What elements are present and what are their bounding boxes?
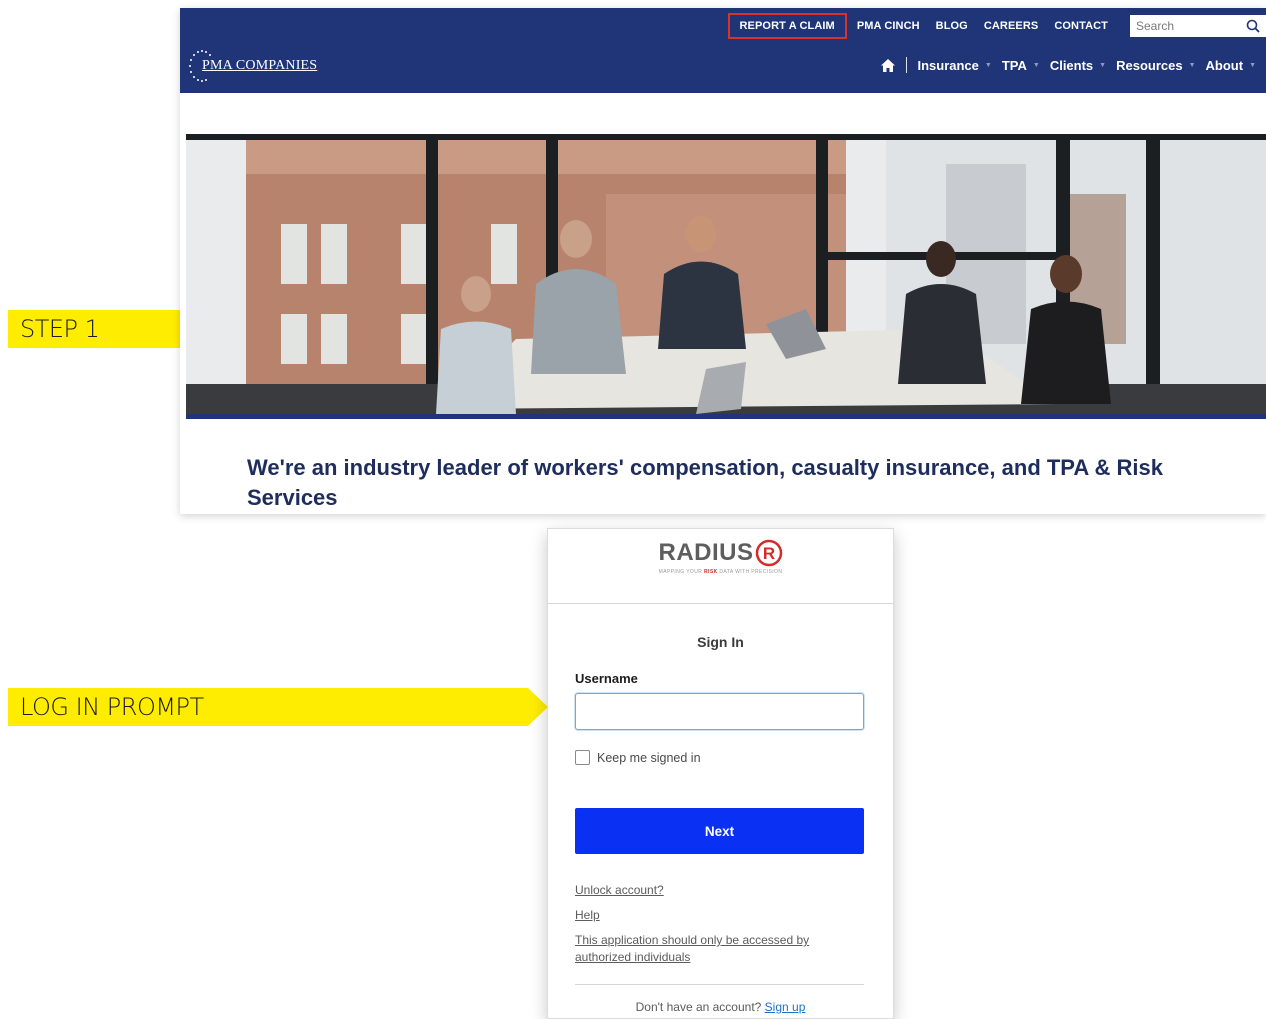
caret-down-icon: ▼: [984, 61, 992, 69]
tagline-pre: MAPPING YOUR: [658, 569, 705, 575]
svg-text:R: R: [762, 544, 774, 563]
logo-text: PMA COMPANIES: [202, 58, 318, 73]
nav-divider: [906, 57, 908, 73]
nav-insurance-label: Insurance: [917, 57, 979, 73]
help-link[interactable]: Help: [575, 907, 864, 924]
home-icon[interactable]: [880, 58, 896, 73]
caret-down-icon: ▼: [1188, 61, 1196, 69]
signin-title: Sign In: [697, 634, 744, 650]
links-divider: [575, 984, 864, 985]
no-account-text: Don't have an account?: [635, 1000, 765, 1014]
step-1-callout: STEP 1: [8, 310, 208, 348]
radius-tagline: MAPPING YOUR RISK DATA WITH PRECISION: [659, 569, 783, 575]
login-prompt-callout: LOG IN PROMPT: [8, 688, 548, 726]
pma-website-screenshot: PMA COMPANIES REPORT A CLAIM PMA CINCH B…: [180, 8, 1266, 514]
keep-signed-in-row[interactable]: Keep me signed in: [575, 750, 893, 765]
nav-clients[interactable]: Clients ▼: [1050, 58, 1106, 73]
login-prompt-callout-label: LOG IN PROMPT: [20, 693, 204, 721]
authorized-notice-link[interactable]: This application should only be accessed…: [575, 932, 864, 966]
nav-tpa-label: TPA: [1001, 57, 1027, 73]
search-input[interactable]: [1136, 19, 1236, 33]
report-a-claim-link[interactable]: REPORT A CLAIM: [727, 13, 847, 39]
careers-link[interactable]: CAREERS: [976, 13, 1047, 39]
utility-nav: REPORT A CLAIM PMA CINCH BLOG CAREERS CO…: [727, 13, 1266, 39]
tagline-post: DATA WITH PRECISION: [717, 569, 783, 575]
caret-down-icon: ▼: [1249, 61, 1256, 69]
site-search: [1130, 15, 1266, 37]
caret-down-icon: ▼: [1099, 61, 1107, 69]
hero-image: [186, 134, 1266, 416]
nav-clients-label: Clients: [1049, 57, 1094, 73]
nav-insurance[interactable]: Insurance ▼: [917, 58, 991, 73]
tagline-risk: RISK: [704, 569, 718, 575]
site-header: PMA COMPANIES REPORT A CLAIM PMA CINCH B…: [180, 8, 1266, 93]
nav-tpa[interactable]: TPA ▼: [1002, 58, 1040, 73]
nav-about-label: About: [1205, 57, 1244, 73]
search-icon[interactable]: [1246, 19, 1260, 33]
sign-up-link[interactable]: Sign up: [765, 1000, 806, 1014]
nav-resources[interactable]: Resources ▼: [1116, 58, 1195, 73]
page-headline: We're an industry leader of workers' com…: [247, 455, 1163, 510]
unlock-account-link[interactable]: Unlock account?: [575, 882, 864, 899]
nav-resources-label: Resources: [1116, 57, 1183, 73]
nav-about[interactable]: About ▼: [1206, 58, 1256, 73]
hero-underline: [186, 414, 1266, 419]
next-button[interactable]: Next: [575, 808, 864, 854]
contact-link[interactable]: CONTACT: [1046, 13, 1122, 39]
registered-r-icon: R: [755, 539, 782, 567]
main-nav: Insurance ▼ TPA ▼ Clients ▼ Resources ▼ …: [880, 54, 1266, 76]
pma-cinch-link[interactable]: PMA CINCH: [849, 13, 928, 39]
username-input[interactable]: [575, 693, 864, 730]
step-1-callout-label: STEP 1: [20, 315, 100, 343]
login-header: RADIUS R MAPPING YOUR RISK DATA WITH PRE…: [548, 529, 893, 604]
help-links: Unlock account? Help This application sh…: [575, 882, 864, 966]
pma-logo[interactable]: PMA COMPANIES: [186, 46, 317, 86]
blog-link[interactable]: BLOG: [928, 13, 976, 39]
keep-signed-in-label[interactable]: Keep me signed in: [597, 751, 701, 765]
caret-down-icon: ▼: [1032, 61, 1040, 69]
username-label: Username: [575, 671, 638, 686]
keep-signed-in-checkbox[interactable]: [575, 750, 590, 765]
signup-row: Don't have an account? Sign up: [548, 1000, 893, 1014]
radius-brand: RADIUS: [658, 539, 754, 566]
login-card: RADIUS R MAPPING YOUR RISK DATA WITH PRE…: [547, 528, 894, 1019]
radius-logo: RADIUS R: [658, 539, 782, 567]
